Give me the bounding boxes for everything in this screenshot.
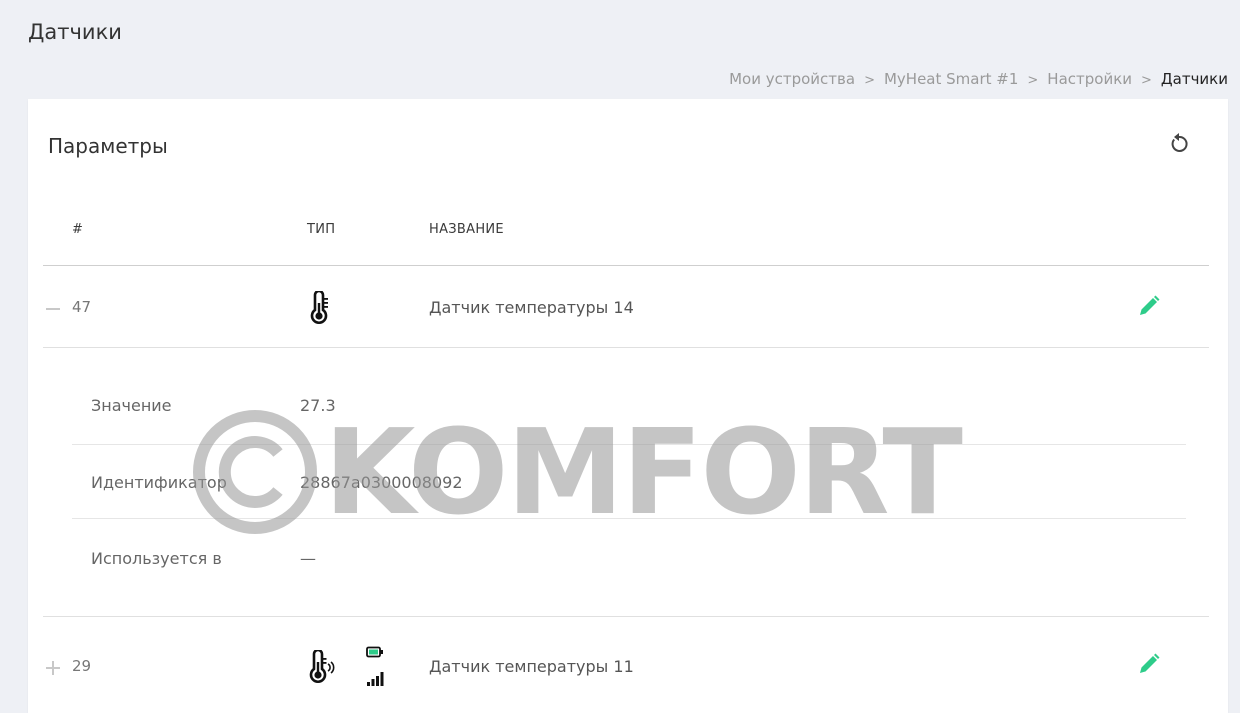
detail-value-value: 27.3 <box>300 396 336 415</box>
breadcrumb-separator: > <box>1027 73 1039 88</box>
row-divider <box>43 347 1209 348</box>
collapse-button[interactable] <box>46 301 60 315</box>
minus-icon <box>46 308 60 310</box>
breadcrumb-item-device[interactable]: MyHeat Smart #1 <box>884 70 1018 88</box>
detail-label-used-in: Используется в <box>91 549 222 568</box>
breadcrumb-item-settings[interactable]: Настройки <box>1047 70 1132 88</box>
detail-label-identifier: Идентификатор <box>91 473 227 492</box>
column-header-type: ТИП <box>307 222 336 237</box>
breadcrumb-item-current: Датчики <box>1160 70 1228 88</box>
breadcrumb: Мои устройства > MyHeat Smart #1 > Настройки… <box>729 70 1228 88</box>
parameters-card: Параметры # ТИП НАЗВАНИЕ 47 Датчик темпе… <box>28 99 1228 713</box>
breadcrumb-item-devices[interactable]: Мои устройства <box>729 70 855 88</box>
detail-divider <box>72 518 1186 519</box>
edit-button[interactable] <box>1137 652 1161 676</box>
column-header-name: НАЗВАНИЕ <box>429 222 504 237</box>
pencil-icon <box>1140 653 1160 673</box>
detail-value-used-in: — <box>300 549 316 568</box>
breadcrumb-separator: > <box>864 73 875 88</box>
card-title: Параметры <box>48 134 168 158</box>
detail-label-value: Значение <box>91 396 172 415</box>
header-divider <box>43 265 1209 266</box>
detail-divider <box>72 444 1186 445</box>
thermometer-icon <box>310 291 328 324</box>
breadcrumb-separator: > <box>1141 73 1152 88</box>
row-number: 47 <box>72 298 92 316</box>
signal-icon <box>367 672 384 686</box>
plus-icon <box>46 661 60 675</box>
page-title: Датчики <box>28 20 122 44</box>
battery-icon <box>366 646 383 658</box>
edit-button[interactable] <box>1137 294 1161 318</box>
column-header-number: # <box>72 222 84 237</box>
refresh-button[interactable] <box>1165 129 1193 157</box>
expand-button[interactable] <box>46 660 60 675</box>
row-divider <box>43 616 1209 617</box>
detail-value-identifier: 28867a0300008092 <box>300 473 463 492</box>
refresh-icon <box>1171 133 1188 152</box>
pencil-icon <box>1140 295 1160 315</box>
sensor-name: Датчик температуры 11 <box>429 657 634 676</box>
sensor-name: Датчик температуры 14 <box>429 298 634 317</box>
row-number: 29 <box>72 657 92 675</box>
wireless-thermometer-icon <box>309 650 335 683</box>
